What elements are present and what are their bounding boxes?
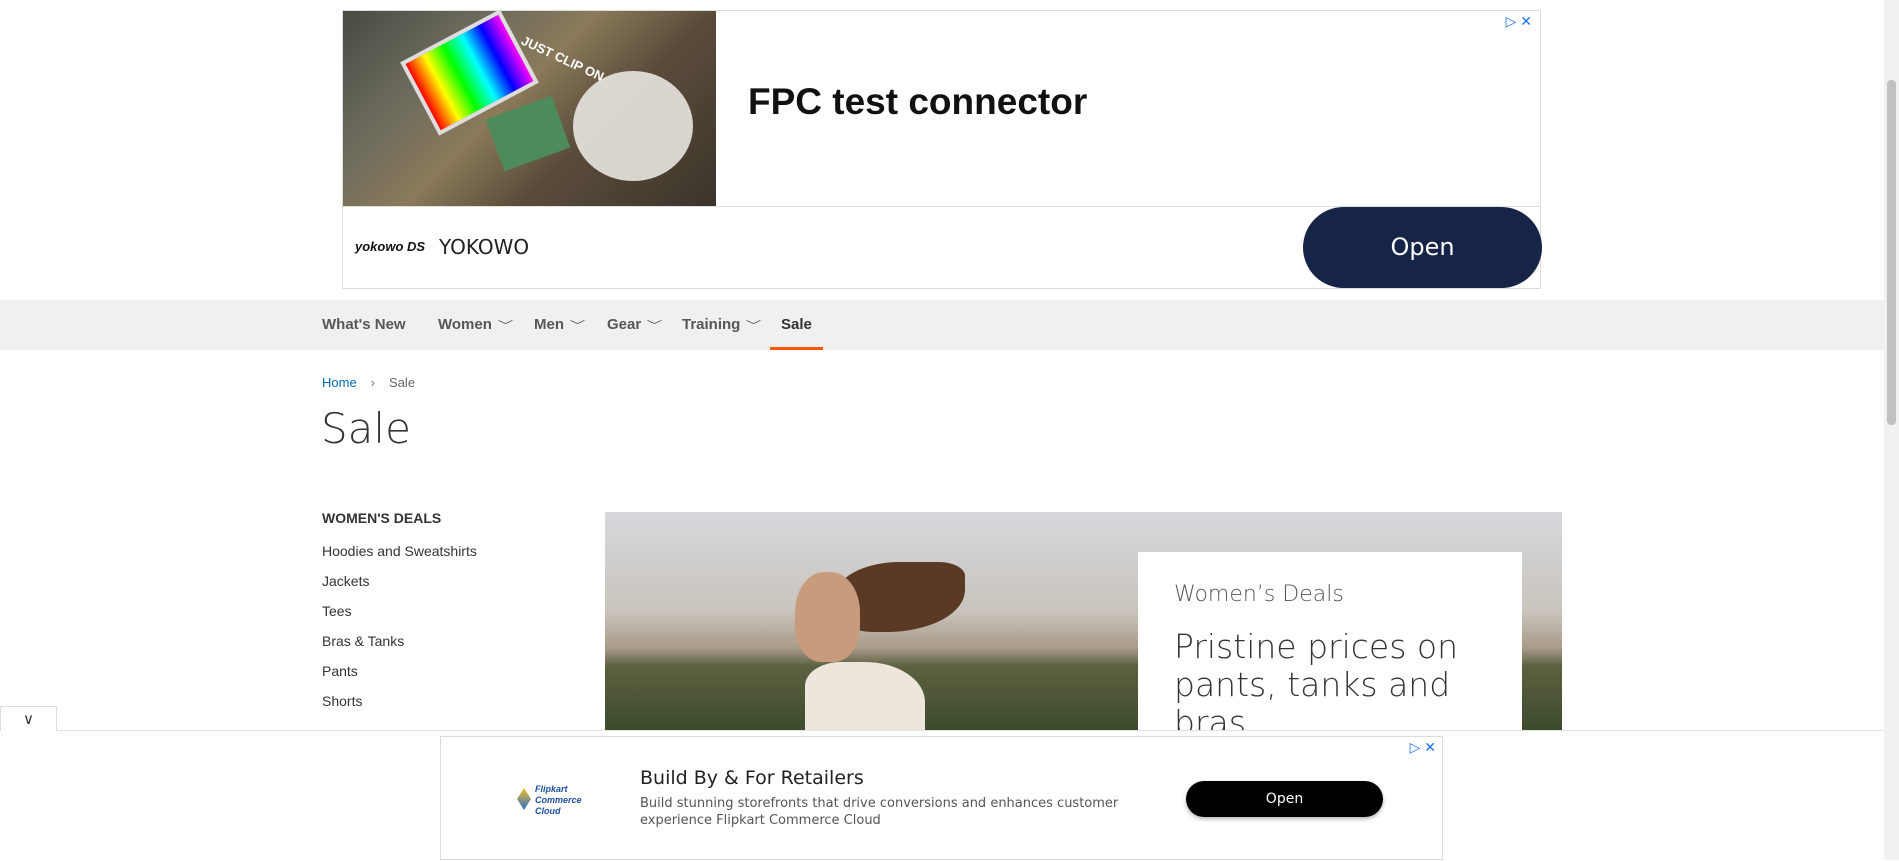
breadcrumb-separator: › xyxy=(370,375,376,390)
ad-open-button[interactable]: Open xyxy=(1303,207,1542,288)
ad-headline[interactable]: FPC test connector xyxy=(748,81,1087,123)
nav-item-sale[interactable]: Sale xyxy=(770,300,823,350)
sidebar-link-pants[interactable]: Pants xyxy=(322,656,542,686)
sidebar-heading: WOMEN'S DEALS xyxy=(322,510,442,526)
top-ad-banner[interactable]: JUST CLIP ON FPC test connector yokowo D… xyxy=(342,10,1542,289)
breadcrumb-home-link[interactable]: Home xyxy=(322,375,357,390)
breadcrumb: Home › Sale xyxy=(322,375,415,390)
scrollbar-thumb[interactable] xyxy=(1887,80,1896,425)
ad-image-board xyxy=(485,95,571,172)
nav-item-women[interactable]: Women ﹀ xyxy=(438,300,514,350)
sidebar-link-bras-tanks[interactable]: Bras & Tanks xyxy=(322,626,542,656)
banner-image-shoulder xyxy=(805,662,925,732)
nav-item-training[interactable]: Training ﹀ xyxy=(682,300,762,350)
page-title: Sale xyxy=(321,404,411,453)
flipkart-commerce-cloud-logo: Flipkart Commerce Cloud xyxy=(517,782,587,818)
logo-text: Flipkart Commerce Cloud xyxy=(535,784,582,816)
ad-brand-logo: yokowo DS xyxy=(355,239,426,254)
chevron-down-icon: ∨ xyxy=(23,711,34,728)
sidebar-category-list: WOMEN'S DEALS Hoodies and Sweatshirts Ja… xyxy=(322,510,542,716)
page-scrollbar[interactable] xyxy=(1884,0,1899,860)
womens-deals-banner[interactable]: Women’s Deals Pristine prices on pants, … xyxy=(605,512,1562,732)
adchoices-icon[interactable]: ▷ ✕ xyxy=(1506,13,1532,30)
banner-label: Women’s Deals xyxy=(1174,582,1344,607)
chevron-down-icon: ﹀ xyxy=(746,320,762,332)
sidebar-link-jackets[interactable]: Jackets xyxy=(322,566,542,596)
banner-text-panel: Women’s Deals Pristine prices on pants, … xyxy=(1138,552,1522,732)
chevron-down-icon: ﹀ xyxy=(647,320,663,332)
sidebar-link-tees[interactable]: Tees xyxy=(322,596,542,626)
nav-item-label: Sale xyxy=(781,316,812,333)
breadcrumb-current: Sale xyxy=(389,375,416,390)
nav-item-label: Women xyxy=(438,316,492,333)
bottom-ad-open-button[interactable]: Open xyxy=(1186,781,1383,817)
ad-image-glove xyxy=(573,71,693,181)
nav-item-label: Men xyxy=(534,316,564,333)
ad-brand-name: YOKOWO xyxy=(439,235,530,259)
logo-diamond-icon xyxy=(517,788,531,810)
banner-image-woman xyxy=(795,572,860,662)
nav-item-label: Gear xyxy=(607,316,642,333)
chevron-down-icon: ﹀ xyxy=(569,320,586,332)
adchoices-icon[interactable]: ▷ ✕ xyxy=(1410,739,1436,756)
chevron-down-icon: ﹀ xyxy=(497,320,514,332)
banner-title: Pristine prices on pants, tanks and bras xyxy=(1174,627,1458,733)
nav-item-men[interactable]: Men ﹀ xyxy=(534,300,586,350)
nav-item-gear[interactable]: Gear ﹀ xyxy=(607,300,663,350)
sidebar-link-shorts[interactable]: Shorts xyxy=(322,686,542,716)
bottom-ad-description: Build stunning storefronts that drive co… xyxy=(640,796,1119,828)
nav-item-whats-new[interactable]: What's New xyxy=(322,300,406,350)
sidebar-link-hoodies[interactable]: Hoodies and Sweatshirts xyxy=(322,536,542,566)
collapse-ad-button[interactable]: ∨ xyxy=(0,706,57,731)
main-navigation: What's New Women ﹀ Men ﹀ Gear ﹀ Training ﹀ S… xyxy=(0,300,1884,350)
bottom-ad-title[interactable]: Build By & For Retailers xyxy=(640,767,864,789)
nav-item-label: What's New xyxy=(322,316,406,333)
ad-product-image[interactable]: JUST CLIP ON xyxy=(343,11,716,206)
nav-item-label: Training xyxy=(682,316,741,333)
bottom-ad-banner[interactable]: Flipkart Commerce Cloud Build By & For R… xyxy=(440,736,1443,860)
